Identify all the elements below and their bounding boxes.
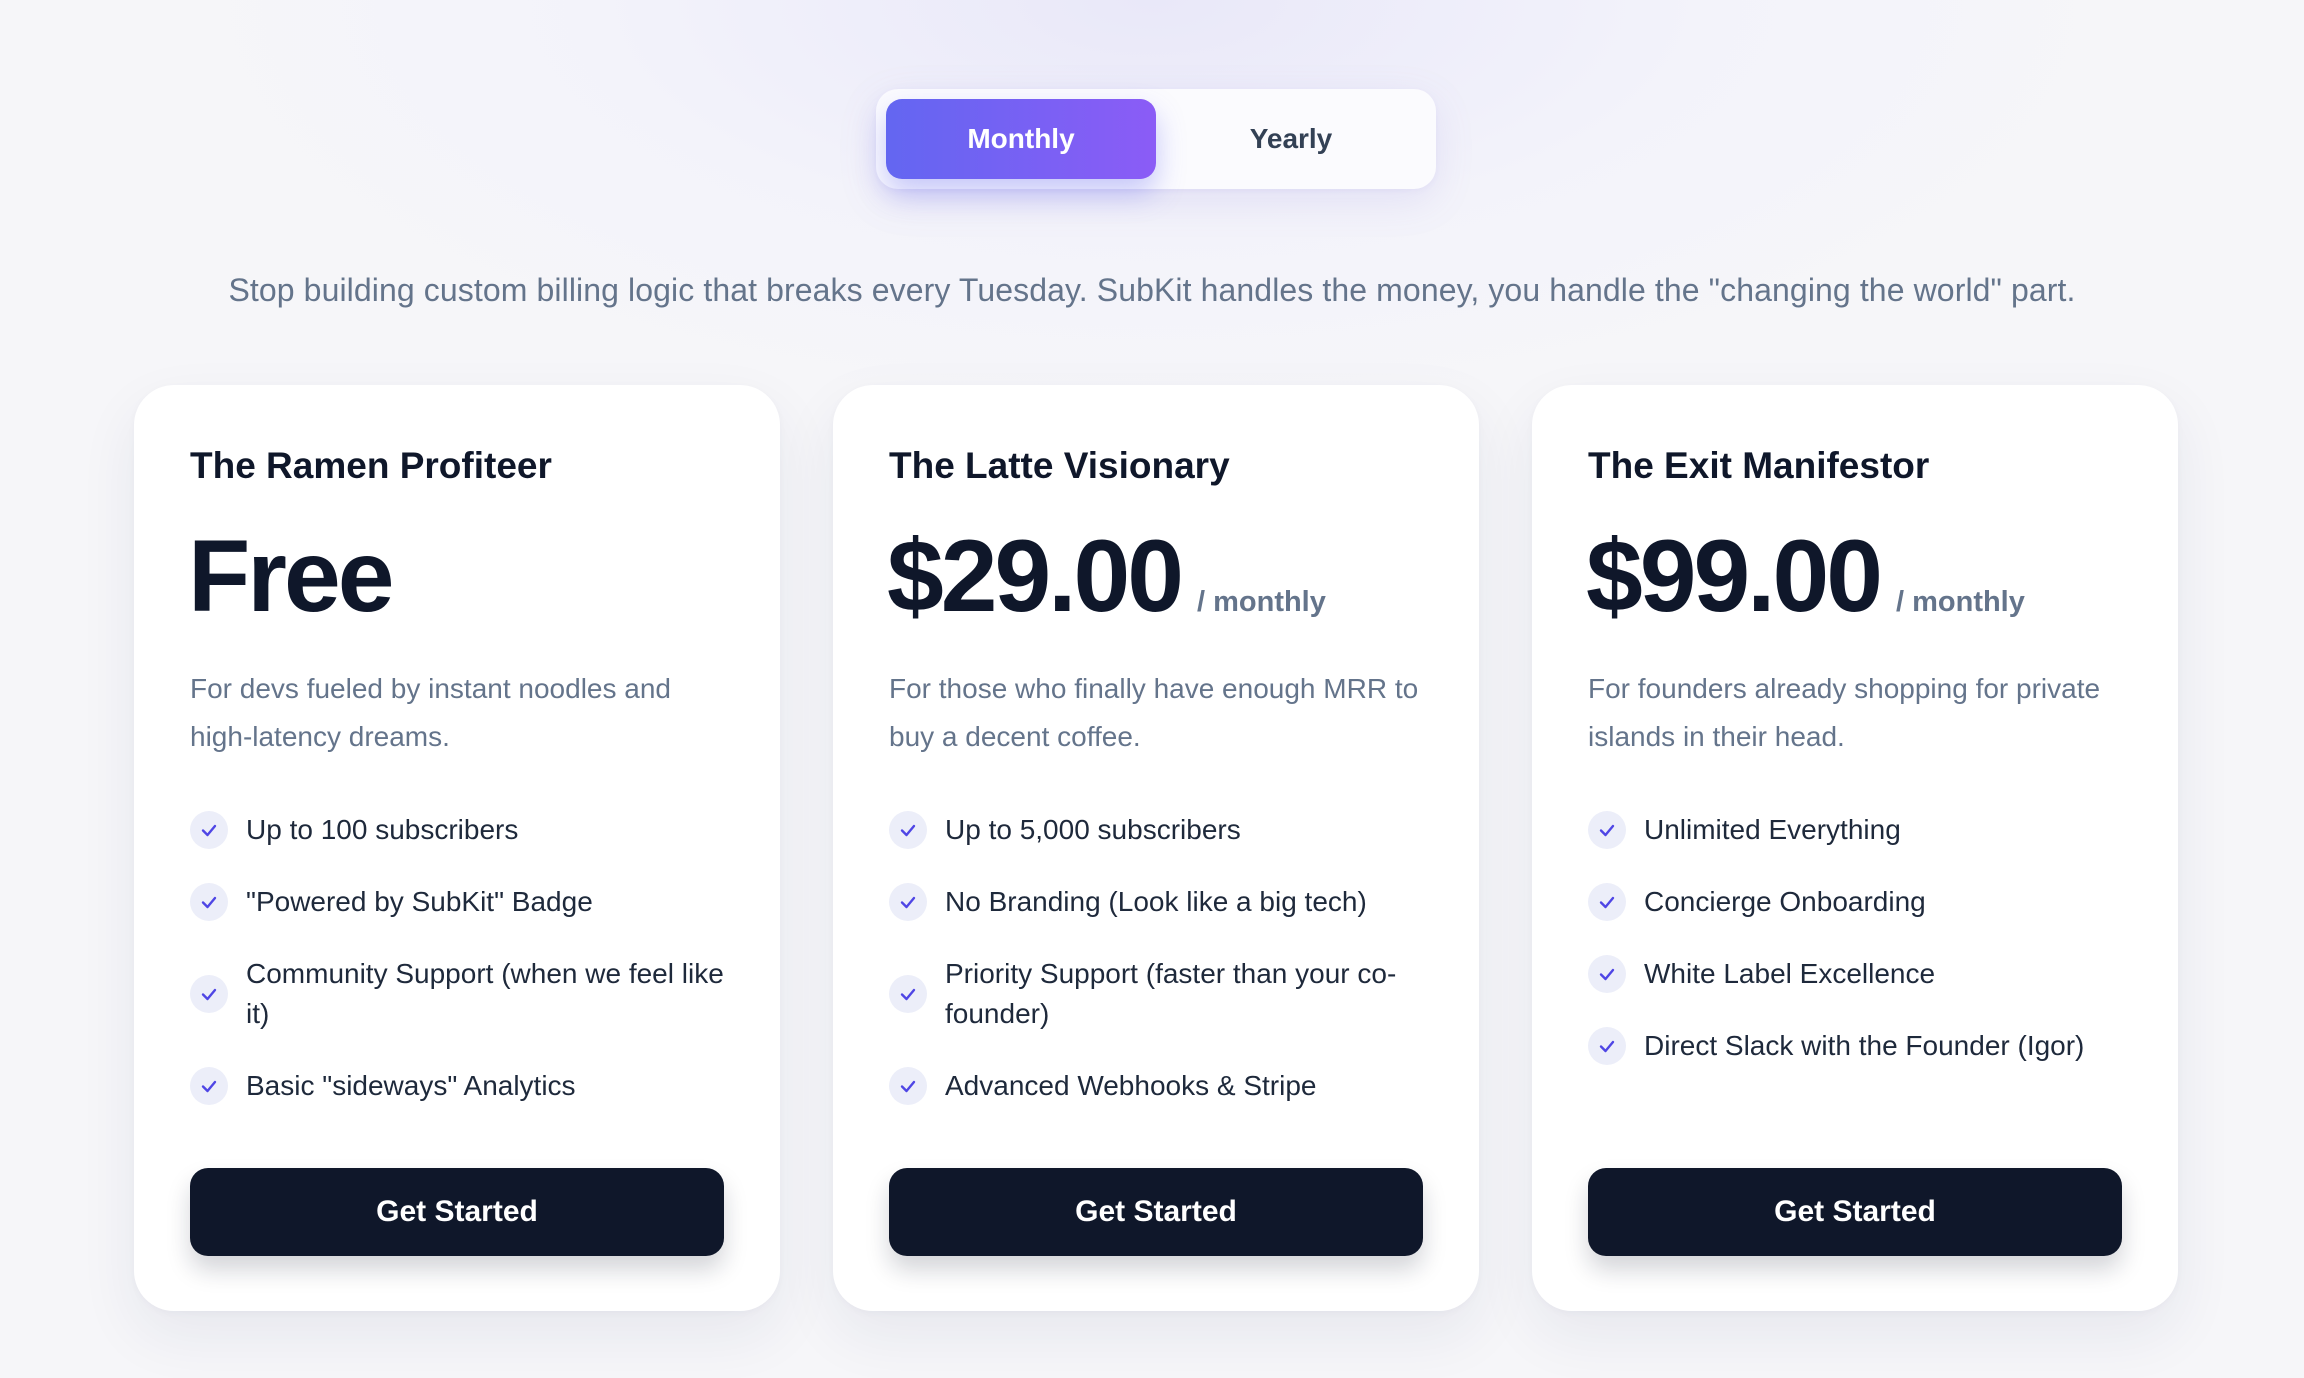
feature-label: Basic "sideways" Analytics bbox=[246, 1070, 576, 1101]
check-icon bbox=[190, 811, 228, 849]
feature-label: Community Support (when we feel like it) bbox=[246, 958, 724, 1029]
feature-item: Basic "sideways" Analytics bbox=[190, 1066, 750, 1106]
plan-card-ramen-profiteer: The Ramen Profiteer Free For devs fueled… bbox=[134, 385, 780, 1311]
feature-label: Up to 5,000 subscribers bbox=[945, 814, 1241, 845]
get-started-button[interactable]: Get Started bbox=[190, 1168, 724, 1256]
feature-item: Direct Slack with the Founder (Igor) bbox=[1588, 1026, 2148, 1066]
feature-label: Priority Support (faster than your co-fo… bbox=[945, 958, 1397, 1029]
feature-item: Up to 100 subscribers bbox=[190, 810, 750, 850]
plan-period: / monthly bbox=[1895, 586, 2025, 618]
check-icon bbox=[1588, 883, 1626, 921]
plan-price: $29.00 bbox=[887, 519, 1184, 633]
plan-feature-list: Up to 100 subscribers "Powered by SubKit… bbox=[190, 810, 750, 1138]
feature-item: No Branding (Look like a big tech) bbox=[889, 882, 1449, 922]
check-icon bbox=[190, 975, 228, 1013]
plan-feature-list: Unlimited Everything Concierge Onboardin… bbox=[1588, 810, 2148, 1098]
monthly-toggle-button[interactable]: Monthly bbox=[886, 99, 1156, 179]
feature-item: Advanced Webhooks & Stripe bbox=[889, 1066, 1449, 1106]
feature-item: Up to 5,000 subscribers bbox=[889, 810, 1449, 850]
plan-description: For founders already shopping for privat… bbox=[1588, 673, 2101, 752]
feature-item: Community Support (when we feel like it) bbox=[190, 954, 750, 1034]
plan-price-row: $99.00 / monthly bbox=[1586, 525, 2025, 627]
plan-price: $99.00 bbox=[1586, 519, 1883, 633]
plan-name: The Latte Visionary bbox=[889, 445, 1230, 486]
plan-card-latte-visionary: The Latte Visionary $29.00 / monthly For… bbox=[833, 385, 1479, 1311]
plan-period: / monthly bbox=[1196, 586, 1326, 618]
plan-description: For devs fueled by instant noodles and h… bbox=[190, 673, 671, 752]
feature-item: Priority Support (faster than your co-fo… bbox=[889, 954, 1449, 1034]
plan-feature-list: Up to 5,000 subscribers No Branding (Loo… bbox=[889, 810, 1449, 1138]
feature-label: No Branding (Look like a big tech) bbox=[945, 886, 1367, 917]
feature-label: White Label Excellence bbox=[1644, 958, 1936, 989]
check-icon bbox=[1588, 1027, 1626, 1065]
feature-item: "Powered by SubKit" Badge bbox=[190, 882, 750, 922]
get-started-button[interactable]: Get Started bbox=[889, 1168, 1423, 1256]
feature-label: Direct Slack with the Founder (Igor) bbox=[1644, 1030, 2085, 1061]
check-icon bbox=[1588, 811, 1626, 849]
pricing-tagline: Stop building custom billing logic that … bbox=[228, 272, 2076, 308]
plan-description: For those who finally have enough MRR to… bbox=[889, 673, 1419, 752]
plan-price: Free bbox=[188, 519, 394, 633]
plan-card-exit-manifestor: The Exit Manifestor $99.00 / monthly For… bbox=[1532, 385, 2178, 1311]
plan-name: The Exit Manifestor bbox=[1588, 445, 1930, 486]
feature-item: Unlimited Everything bbox=[1588, 810, 2148, 850]
yearly-toggle-button[interactable]: Yearly bbox=[1156, 99, 1426, 179]
check-icon bbox=[190, 883, 228, 921]
check-icon bbox=[889, 975, 927, 1013]
plan-name: The Ramen Profiteer bbox=[190, 445, 552, 486]
feature-item: Concierge Onboarding bbox=[1588, 882, 2148, 922]
billing-period-toggle: Monthly Yearly bbox=[876, 89, 1436, 189]
check-icon bbox=[190, 1067, 228, 1105]
feature-label: Unlimited Everything bbox=[1644, 814, 1901, 845]
check-icon bbox=[889, 883, 927, 921]
plan-price-row: $29.00 / monthly bbox=[887, 525, 1326, 627]
get-started-button[interactable]: Get Started bbox=[1588, 1168, 2122, 1256]
check-icon bbox=[889, 1067, 927, 1105]
check-icon bbox=[1588, 955, 1626, 993]
plan-price-row: Free bbox=[188, 519, 394, 633]
check-icon bbox=[889, 811, 927, 849]
feature-label: "Powered by SubKit" Badge bbox=[246, 886, 593, 917]
feature-label: Advanced Webhooks & Stripe bbox=[945, 1070, 1317, 1101]
feature-label: Concierge Onboarding bbox=[1644, 886, 1926, 917]
feature-item: White Label Excellence bbox=[1588, 954, 2148, 994]
feature-label: Up to 100 subscribers bbox=[246, 814, 519, 845]
